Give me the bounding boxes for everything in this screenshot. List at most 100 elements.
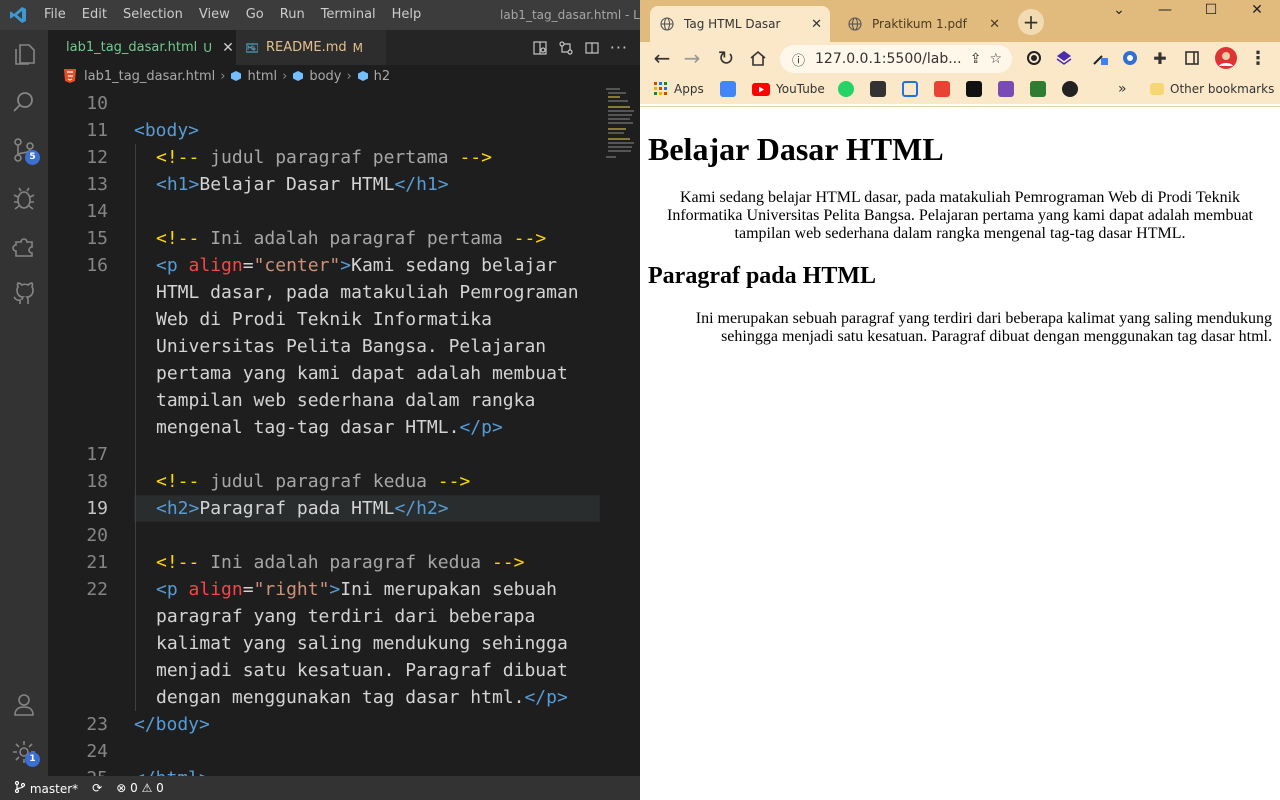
- code-line: kalimat yang saling mendukung sehingga: [156, 630, 568, 657]
- more-bookmarks-icon[interactable]: »: [1118, 80, 1127, 98]
- record-extension-icon[interactable]: [1022, 46, 1046, 70]
- bookmark-w[interactable]: [1030, 80, 1046, 98]
- tab-tag-html-dasar[interactable]: Tag HTML Dasar ✕: [650, 6, 830, 42]
- menu-terminal[interactable]: Terminal: [313, 0, 384, 30]
- reload-icon[interactable]: ↻: [714, 46, 738, 70]
- line-number: 13: [86, 174, 108, 195]
- tag-token: </html>: [134, 768, 210, 776]
- problems-indicator[interactable]: ⊗ 0 ⚠ 0: [116, 781, 164, 795]
- youtube-icon: [752, 82, 770, 96]
- breadcrumb-html[interactable]: html: [247, 69, 277, 84]
- bookmark-g[interactable]: [870, 80, 886, 98]
- tab-readme[interactable]: README.md M: [236, 30, 386, 65]
- menu-go[interactable]: Go: [238, 0, 272, 30]
- code-line: <h2>Paragraf pada HTML</h2>: [156, 495, 449, 522]
- vscode-window: File Edit Selection View Go Run Terminal…: [0, 0, 640, 800]
- back-icon[interactable]: ←: [650, 46, 674, 70]
- menu-help[interactable]: Help: [384, 0, 430, 30]
- breadcrumb-body[interactable]: body: [309, 69, 341, 84]
- menu-dots-icon[interactable]: ⋮: [1246, 46, 1270, 70]
- bookmark-flag[interactable]: [902, 80, 918, 98]
- breadcrumb-file[interactable]: lab1_tag_dasar.html: [84, 69, 215, 84]
- page-heading-1: Belajar Dasar HTML: [648, 131, 944, 167]
- line-number: 14: [86, 201, 108, 222]
- share-icon[interactable]: ⇪: [970, 51, 982, 67]
- text-token: Universitas Pelita Bangsa. Pelajaran: [156, 336, 547, 357]
- bookmark-apps[interactable]: Apps: [654, 80, 704, 98]
- extensions-puzzle-icon[interactable]: ✚: [1148, 46, 1172, 70]
- edge-extension-icon[interactable]: [1118, 46, 1142, 70]
- tab-title: Praktikum 1.pdf: [872, 17, 967, 31]
- minimize-button[interactable]: —: [1142, 0, 1188, 20]
- github-icon: [1062, 81, 1078, 97]
- tab-search-chevron-icon[interactable]: ⌄: [1096, 0, 1142, 20]
- eyedropper-extension-icon[interactable]: [1088, 46, 1112, 70]
- bookmark-b[interactable]: [966, 80, 982, 98]
- source-control-icon[interactable]: 5: [0, 126, 48, 174]
- close-icon[interactable]: ✕: [222, 40, 234, 56]
- warning-icon: ⚠: [141, 781, 153, 795]
- open-changes-icon[interactable]: [558, 40, 574, 56]
- maximize-button[interactable]: ☐: [1188, 0, 1234, 20]
- menu-run[interactable]: Run: [272, 0, 313, 30]
- error-icon: ⊗: [116, 781, 127, 795]
- git-branch-icon: [14, 780, 26, 793]
- bookmark-gmail[interactable]: [934, 80, 950, 98]
- text-token: Ini merupakan sebuah: [340, 579, 558, 600]
- menu-file[interactable]: File: [36, 0, 74, 30]
- code-line: <!-- judul paragraf kedua -->: [156, 468, 470, 495]
- whatsapp-icon: [838, 81, 854, 97]
- apps-grid-icon: [654, 82, 667, 95]
- new-tab-button[interactable]: +: [1018, 9, 1044, 35]
- chrome-tabstrip: Tag HTML Dasar ✕ Praktikum 1.pdf ✕ + ⌄ —…: [640, 0, 1280, 42]
- explorer-icon[interactable]: [0, 30, 48, 78]
- settings-gear-icon[interactable]: 1: [0, 728, 48, 776]
- code-line: Web di Prodi Teknik Informatika: [156, 306, 492, 333]
- comment-text: judul paragraf kedua: [199, 471, 438, 492]
- more-actions-icon[interactable]: ···: [610, 38, 628, 57]
- branch-indicator[interactable]: master*: [14, 780, 78, 796]
- code-editor[interactable]: 10 11 <body> 12 <!-- judul paragraf pertam…: [48, 90, 640, 776]
- home-icon[interactable]: [746, 46, 770, 70]
- sync-icon[interactable]: ⟳: [92, 781, 102, 795]
- text-token: HTML dasar, pada matakuliah Pemrograman: [156, 282, 579, 303]
- info-icon[interactable]: ⓘ: [792, 50, 805, 69]
- split-editor-icon[interactable]: [584, 40, 600, 56]
- debug-icon[interactable]: [0, 174, 48, 222]
- bookmark-whatsapp[interactable]: [838, 80, 854, 98]
- breadcrumb-h2[interactable]: h2: [374, 69, 391, 84]
- bookmark-youtube[interactable]: YouTube: [752, 80, 825, 98]
- github-icon[interactable]: [0, 270, 48, 318]
- address-bar[interactable]: ⓘ 127.0.0.1:5500/lab... ⇪ ☆: [780, 45, 1012, 73]
- close-tab-icon[interactable]: ✕: [811, 17, 822, 32]
- menu-selection[interactable]: Selection: [115, 0, 191, 30]
- editor-tabs: lab1_tag_dasar.html U ✕ README.md M ···: [48, 30, 640, 65]
- profile-avatar[interactable]: [1214, 46, 1238, 70]
- text-token: Web di Prodi Teknik Informatika: [156, 309, 492, 330]
- tab-praktikum-pdf[interactable]: Praktikum 1.pdf ✕: [838, 6, 1008, 42]
- gmail-icon: [934, 81, 950, 97]
- extensions-icon[interactable]: [0, 222, 48, 270]
- bookmark-other[interactable]: Other bookmarks: [1150, 80, 1274, 98]
- open-preview-icon[interactable]: [532, 40, 548, 56]
- search-icon[interactable]: [0, 78, 48, 126]
- breadcrumb: lab1_tag_dasar.html › html › body › h2: [48, 65, 640, 87]
- folder-icon: [1150, 83, 1164, 95]
- bookmark-github[interactable]: [1062, 80, 1078, 98]
- chrome-toolbar: ← → ↻ ⓘ 127.0.0.1:5500/lab... ⇪ ☆ ✚ ⋮: [640, 42, 1280, 74]
- account-icon[interactable]: [0, 680, 48, 728]
- bookmark-star-icon[interactable]: ☆: [989, 51, 1002, 67]
- bookmark-google-translate[interactable]: [720, 80, 736, 98]
- close-tab-icon[interactable]: ✕: [989, 17, 1000, 32]
- layers-extension-icon[interactable]: [1052, 46, 1076, 70]
- forward-icon[interactable]: →: [680, 46, 704, 70]
- menu-edit[interactable]: Edit: [74, 0, 115, 30]
- menu-view[interactable]: View: [191, 0, 238, 30]
- text-token: kalimat yang saling mendukung sehingga: [156, 633, 568, 654]
- tab-lab1[interactable]: lab1_tag_dasar.html U ✕: [48, 30, 236, 65]
- text-token: pertama yang kami dapat adalah membuat: [156, 363, 568, 384]
- minimap[interactable]: [606, 86, 640, 166]
- close-window-button[interactable]: ✕: [1234, 0, 1280, 20]
- bookmark-house[interactable]: [998, 80, 1014, 98]
- side-panel-icon[interactable]: [1180, 46, 1204, 70]
